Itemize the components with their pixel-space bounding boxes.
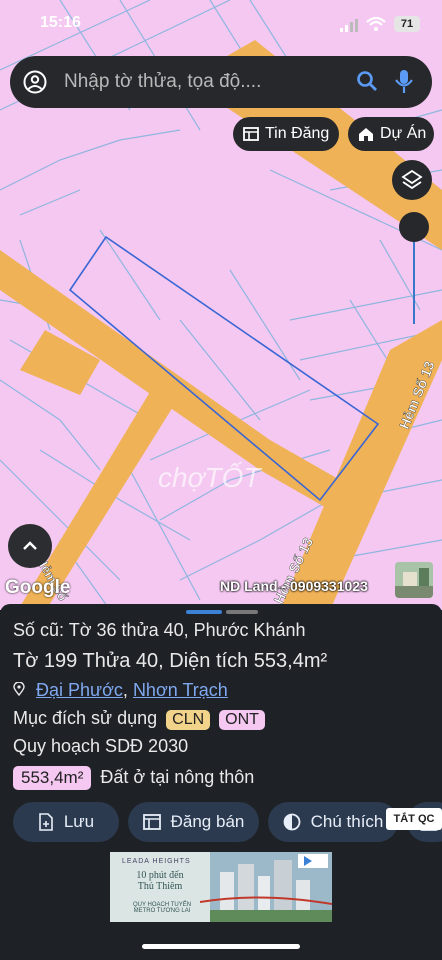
post-sale-label: Đăng bán bbox=[170, 812, 245, 831]
area-label: , Diện tích bbox=[158, 650, 249, 672]
ad-brand: LEADA HEIGHTS bbox=[122, 858, 191, 865]
location-pin-icon bbox=[13, 681, 25, 697]
listing-icon bbox=[142, 814, 161, 830]
wifi-icon bbox=[366, 16, 386, 31]
plan-area-tag: 553,4m² bbox=[13, 766, 92, 790]
parcel-summary: Tờ 199 Thửa 40, Diện tích 553,4m² bbox=[13, 650, 327, 673]
search-input[interactable] bbox=[64, 71, 334, 93]
location-separator: , bbox=[122, 680, 128, 700]
listing-icon bbox=[243, 127, 259, 141]
land-use-tag-cln[interactable]: CLN bbox=[166, 710, 211, 730]
plan-row: 553,4m² Đất ở tại nông thôn bbox=[13, 766, 254, 790]
layers-icon bbox=[401, 169, 423, 190]
area-value: 553,4m² bbox=[253, 650, 328, 672]
save-button[interactable]: Lưu bbox=[13, 802, 119, 842]
thua-label: Thửa bbox=[82, 650, 131, 672]
legend-label: Chú thích bbox=[310, 812, 384, 831]
google-logo: Google bbox=[5, 577, 71, 598]
contrast-icon bbox=[283, 813, 301, 831]
ward-link[interactable]: Đại Phước bbox=[36, 680, 123, 700]
plan-type: Đất ở tại nông thôn bbox=[100, 767, 255, 787]
land-use-row: Mục đích sử dụng CLN ONT bbox=[13, 708, 265, 730]
signal-icon bbox=[340, 19, 358, 32]
opacity-slider-track[interactable] bbox=[413, 230, 415, 324]
to-label: Tờ bbox=[13, 650, 39, 672]
watermark-chotot: chợTỐT bbox=[158, 462, 261, 493]
project-icon bbox=[359, 127, 373, 141]
thua-value: 40 bbox=[135, 650, 159, 672]
ad-banner[interactable]: LEADA HEIGHTS 10 phút đến Thủ Thiêm QUY … bbox=[110, 852, 332, 922]
legend-button[interactable]: Chú thích bbox=[268, 802, 398, 842]
chevron-up-icon bbox=[23, 541, 37, 550]
street-view-thumbnail[interactable] bbox=[395, 562, 433, 598]
home-indicator[interactable] bbox=[142, 944, 300, 949]
ad-headline: 10 phút đến Thủ Thiêm bbox=[136, 870, 184, 892]
plan-label: Quy hoạch SDĐ 2030 bbox=[13, 736, 189, 756]
hide-ad-button[interactable]: TẮT QC bbox=[386, 808, 442, 830]
expand-button[interactable] bbox=[8, 524, 52, 568]
panel-handle-active[interactable] bbox=[186, 610, 222, 614]
layers-button[interactable] bbox=[392, 160, 432, 200]
account-icon[interactable] bbox=[23, 70, 47, 94]
battery-icon: 71 bbox=[394, 16, 420, 32]
du-an-label: Dự Án bbox=[380, 125, 427, 142]
ad-subtitle: QUY HOẠCH TUYẾN METRO TƯƠNG LAI bbox=[132, 902, 192, 914]
land-use-tag-ont[interactable]: ONT bbox=[219, 710, 265, 730]
district-link[interactable]: Nhơn Trạch bbox=[133, 680, 228, 700]
tin-dang-label: Tin Đăng bbox=[265, 125, 330, 142]
status-bar: 15:16 71 bbox=[0, 12, 442, 38]
search-bar[interactable] bbox=[10, 56, 432, 108]
status-time: 15:16 bbox=[40, 14, 81, 31]
save-label: Lưu bbox=[63, 812, 95, 831]
tin-dang-button[interactable]: Tin Đăng bbox=[233, 117, 339, 151]
land-use-label: Mục đích sử dụng bbox=[13, 708, 158, 728]
map-credit: ND Land - 0909331023 bbox=[220, 578, 368, 594]
post-sale-button[interactable]: Đăng bán bbox=[128, 802, 259, 842]
microphone-icon[interactable] bbox=[394, 69, 414, 95]
search-icon[interactable] bbox=[356, 70, 378, 92]
parcel-info-panel: Số cũ: Tờ 36 thửa 40, Phước Khánh Tờ 199… bbox=[0, 604, 442, 960]
du-an-button[interactable]: Dự Án bbox=[348, 117, 434, 151]
to-value: 199 bbox=[43, 650, 78, 672]
street-view-image bbox=[395, 562, 433, 598]
save-icon bbox=[39, 813, 53, 831]
location-row: Đại Phước, Nhơn Trạch bbox=[13, 680, 228, 701]
opacity-slider-knob[interactable] bbox=[399, 212, 429, 242]
panel-handle[interactable] bbox=[226, 610, 258, 614]
old-parcel-info: Số cũ: Tờ 36 thửa 40, Phước Khánh bbox=[13, 620, 306, 640]
